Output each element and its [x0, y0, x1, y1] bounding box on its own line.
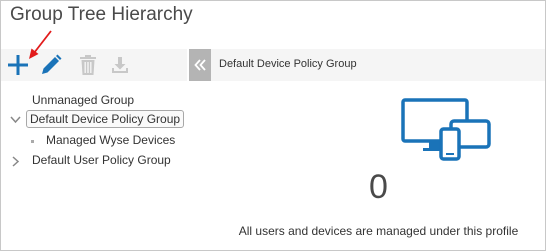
bullet-icon [31, 140, 34, 143]
chevron-down-icon[interactable] [10, 116, 21, 124]
trash-icon [80, 55, 96, 75]
tree-item-label: Managed Wyse Devices [46, 133, 176, 147]
import-button[interactable] [108, 53, 132, 77]
page-title: Group Tree Hierarchy [10, 4, 193, 25]
group-tree-panel: Group Tree Hierarchy Default Device Poli… [0, 0, 546, 251]
tree-item-label: Default User Policy Group [32, 153, 171, 167]
tree-item-default-device-policy-group[interactable]: Default Device Policy Group [26, 110, 185, 128]
tree-item-unmanaged-group[interactable]: Unmanaged Group [32, 93, 134, 107]
chevron-right-icon[interactable] [12, 156, 20, 167]
delete-group-button[interactable] [76, 53, 100, 77]
tree-item-managed-wyse-devices[interactable]: Managed Wyse Devices [46, 133, 175, 147]
collapse-panel-button[interactable] [189, 49, 211, 81]
double-chevron-left-icon [194, 59, 206, 71]
tree-item-label: Default Device Policy Group [30, 112, 181, 126]
group-details: 0 All users and devices are managed unde… [211, 81, 545, 250]
devices-icon [401, 98, 491, 161]
tree-item-default-user-policy-group[interactable]: Default User Policy Group [32, 153, 171, 167]
details-title: Default Device Policy Group [219, 58, 357, 70]
annotation-arrow-icon [29, 30, 52, 59]
download-icon [112, 57, 128, 73]
status-message: All users and devices are managed under … [238, 224, 519, 238]
tree-item-label: Unmanaged Group [32, 93, 135, 107]
device-count: 0 [369, 168, 388, 206]
details-header: Default Device Policy Group [211, 49, 545, 81]
